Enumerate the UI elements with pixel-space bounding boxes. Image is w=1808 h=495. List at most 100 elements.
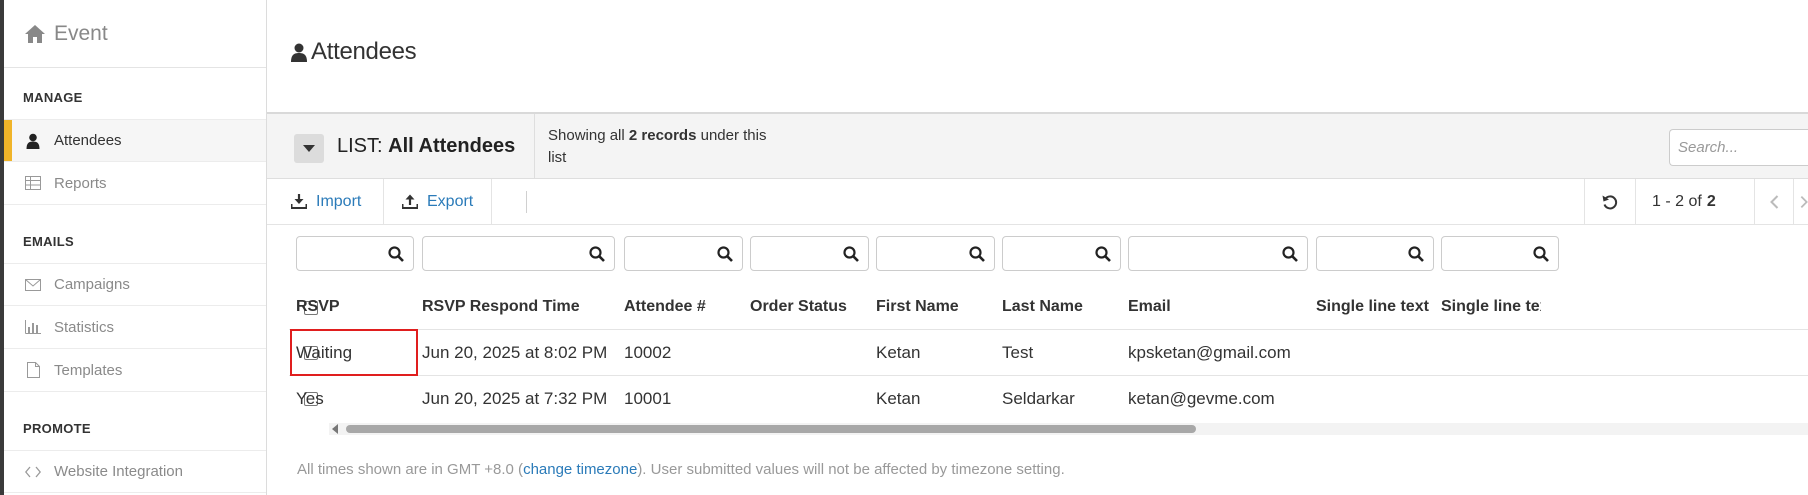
- refresh-icon: [1602, 194, 1618, 209]
- import-label: Import: [316, 192, 362, 210]
- cell-first-name: Ketan: [876, 343, 921, 362]
- column-header-single-line-text-2[interactable]: Single line text: [1441, 298, 1541, 316]
- column-header-email[interactable]: Email: [1128, 298, 1171, 316]
- download-icon: [291, 194, 307, 209]
- caret-down-icon: [303, 144, 315, 152]
- sidebar-item-campaigns[interactable]: Campaigns: [4, 263, 266, 306]
- sidebar-item-attendees[interactable]: Attendees: [4, 119, 266, 162]
- tz-note-post: ). User submitted values will not be aff…: [637, 461, 1065, 478]
- bar-chart-icon: [24, 318, 42, 336]
- list-prefix: LIST:: [337, 135, 383, 157]
- sidebar-item-label: Website Integration: [54, 463, 183, 480]
- toolbar-separator: [383, 179, 384, 224]
- cell-first-name: Ketan: [876, 389, 921, 408]
- search-icon: [388, 246, 404, 262]
- search-icon: [1408, 246, 1424, 262]
- column-header-last-name[interactable]: Last Name: [1002, 298, 1083, 316]
- search-icon: [843, 246, 859, 262]
- filter-input-single-line-text[interactable]: [1316, 236, 1434, 271]
- horizontal-scrollbar[interactable]: [329, 423, 1808, 435]
- filter-input-last-name[interactable]: [1002, 236, 1121, 271]
- page-title-text: Attendees: [311, 38, 417, 65]
- next-page-button[interactable]: [1794, 179, 1808, 224]
- timezone-note: All times shown are in GMT +8.0 (change …: [297, 461, 1065, 478]
- column-header-respond-time[interactable]: RSVP Respond Time: [422, 298, 580, 316]
- pager-total: 2: [1706, 192, 1716, 210]
- search-input[interactable]: Search...: [1669, 129, 1808, 166]
- refresh-button[interactable]: [1585, 179, 1635, 224]
- filter-input-order-status[interactable]: [750, 236, 869, 271]
- scrollbar-thumb[interactable]: [346, 425, 1196, 433]
- sidebar-item-website-integration[interactable]: Website Integration: [4, 450, 266, 493]
- cell-email: ketan@gevme.com: [1128, 389, 1275, 408]
- envelope-icon: [24, 276, 42, 294]
- search-icon: [1095, 246, 1111, 262]
- list-dropdown-button[interactable]: [294, 134, 324, 163]
- list-bar: LIST: All Attendees Showing all 2 record…: [267, 112, 1808, 179]
- search-icon: [717, 246, 733, 262]
- list-name: All Attendees: [388, 135, 516, 157]
- table-row[interactable]: Yes Jun 20, 2025 at 7:32 PM 10001 Ketan …: [267, 376, 1808, 422]
- toolbar-divider: [526, 191, 527, 213]
- filter-input-respond-time[interactable]: [422, 236, 615, 271]
- chevron-right-icon: [1800, 195, 1808, 208]
- prev-page-button[interactable]: [1755, 179, 1793, 224]
- filter-input-single-line-text-2[interactable]: [1441, 236, 1559, 271]
- sidebar-item-reports[interactable]: Reports: [4, 162, 266, 205]
- toolbar: Import Export 1 - 2 of 2: [267, 179, 1808, 225]
- export-button[interactable]: Export: [402, 179, 473, 224]
- cell-respond-time: Jun 20, 2025 at 8:02 PM: [422, 343, 608, 362]
- filter-input-first-name[interactable]: [876, 236, 995, 271]
- sidebar-item-label: Attendees: [54, 132, 122, 149]
- app-window: Event MANAGE Attendees Reports EMAILS Ca…: [0, 0, 1808, 495]
- cell-attendee-number: 10001: [624, 389, 672, 408]
- chevron-left-icon: [1769, 194, 1778, 209]
- section-title-emails: EMAILS: [23, 234, 74, 249]
- export-label: Export: [427, 192, 474, 210]
- column-header-attendee-number[interactable]: Attendee #: [624, 298, 706, 316]
- table-icon: [24, 174, 42, 192]
- table-row[interactable]: Waiting Jun 20, 2025 at 8:02 PM 10002 Ke…: [267, 330, 1808, 376]
- toolbar-separator: [1635, 179, 1636, 224]
- cell-last-name: Test: [1002, 343, 1034, 362]
- sidebar-brand[interactable]: Event: [4, 0, 266, 68]
- tz-note-pre: All times shown are in GMT +8.0 (: [297, 461, 524, 478]
- column-header-single-line-text[interactable]: Single line text: [1316, 298, 1429, 316]
- cell-last-name: Seldarkar: [1002, 389, 1075, 408]
- records-count: 2 records: [628, 127, 697, 144]
- sidebar-item-statistics[interactable]: Statistics: [4, 306, 266, 349]
- user-icon: [291, 43, 307, 62]
- pagination-info: 1 - 2 of 2: [1652, 179, 1716, 224]
- change-timezone-link[interactable]: change timezone: [523, 461, 637, 478]
- column-header-first-name[interactable]: First Name: [876, 298, 959, 316]
- search-icon: [1533, 246, 1549, 262]
- file-icon: [24, 361, 42, 379]
- list-label: LIST: All Attendees: [337, 135, 515, 158]
- sidebar: Event MANAGE Attendees Reports EMAILS Ca…: [4, 0, 267, 495]
- section-title-manage: MANAGE: [23, 90, 83, 105]
- filter-input-attendee-number[interactable]: [624, 236, 743, 271]
- column-header-rsvp[interactable]: RSVP: [296, 298, 340, 316]
- records-summary: Showing all 2 records under this list: [548, 125, 788, 169]
- main-content: Attendees LIST: All Attendees Showing al…: [267, 0, 1808, 495]
- list-separator: [534, 114, 535, 179]
- toolbar-separator: [491, 179, 492, 224]
- page-title: Attendees: [291, 38, 417, 66]
- cell-rsvp: Yes: [296, 389, 324, 408]
- brand-label: Event: [54, 21, 108, 45]
- scroll-left-icon[interactable]: [332, 424, 338, 434]
- search-icon: [589, 246, 605, 262]
- filter-input-rsvp[interactable]: [296, 236, 414, 271]
- sidebar-item-templates[interactable]: Templates: [4, 349, 266, 392]
- upload-icon: [402, 194, 418, 209]
- column-header-order-status[interactable]: Order Status: [750, 298, 847, 316]
- search-icon: [1282, 246, 1298, 262]
- code-icon: [24, 463, 42, 481]
- sidebar-item-label: Campaigns: [54, 276, 130, 293]
- search-icon: [969, 246, 985, 262]
- cell-respond-time: Jun 20, 2025 at 7:32 PM: [422, 389, 608, 408]
- pager-range: 1 - 2 of: [1652, 192, 1702, 210]
- filter-input-email[interactable]: [1128, 236, 1308, 271]
- import-button[interactable]: Import: [291, 179, 361, 224]
- section-title-promote: PROMOTE: [23, 421, 91, 436]
